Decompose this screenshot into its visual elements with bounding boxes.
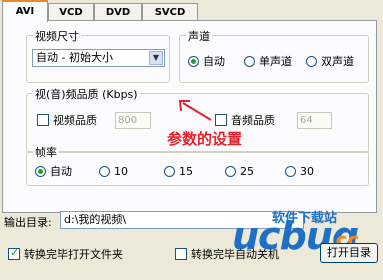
radio-icon bbox=[285, 166, 296, 177]
chevron-down-icon[interactable]: ▼ bbox=[149, 51, 163, 65]
audio-quality-input[interactable]: 64 bbox=[297, 112, 332, 129]
radio-icon bbox=[188, 56, 199, 67]
shutdown-label: 转换完毕自动关机 bbox=[191, 248, 279, 261]
checkbox-icon bbox=[215, 114, 227, 126]
video-size-group: 视频尺寸 自动 - 初始大小 ▼ bbox=[26, 28, 170, 83]
channel-legend: 声道 bbox=[186, 28, 212, 44]
framerate-25-label: 25 bbox=[240, 165, 254, 178]
framerate-10-label: 10 bbox=[114, 165, 128, 178]
checkbox-icon bbox=[175, 248, 187, 260]
framerate-15-radio[interactable]: 15 bbox=[164, 165, 193, 178]
framerate-group: 帧率 自动 10 15 25 30 bbox=[26, 144, 369, 186]
radio-icon bbox=[35, 166, 46, 177]
quality-group: 视(音)频品质 (Kbps) 视频品质 800 音频品质 64 参数的设置 bbox=[26, 86, 369, 153]
radio-icon bbox=[225, 166, 236, 177]
framerate-25-radio[interactable]: 25 bbox=[225, 165, 254, 178]
output-label: 输出目录: bbox=[4, 216, 52, 229]
video-size-legend: 视频尺寸 bbox=[33, 28, 81, 44]
tab-vcd[interactable]: VCD bbox=[48, 3, 94, 20]
framerate-30-label: 30 bbox=[300, 165, 314, 178]
open-folder-label: 转换完毕打开文件夹 bbox=[24, 248, 123, 261]
framerate-auto-radio[interactable]: 自动 bbox=[35, 165, 72, 178]
channel-auto-label: 自动 bbox=[203, 55, 225, 68]
channel-stereo-label: 双声道 bbox=[321, 55, 354, 68]
framerate-legend: 帧率 bbox=[33, 144, 59, 160]
framerate-auto-label: 自动 bbox=[50, 165, 72, 178]
tab-panel: 视频尺寸 自动 - 初始大小 ▼ 声道 自动 单声道 双声道 视(音)频品质 (… bbox=[2, 20, 377, 213]
channel-mono-radio[interactable]: 单声道 bbox=[244, 55, 292, 68]
red-arrow-icon bbox=[178, 100, 212, 121]
audio-quality-label: 音频品质 bbox=[231, 114, 275, 127]
channel-auto-radio[interactable]: 自动 bbox=[188, 55, 225, 68]
open-directory-button[interactable]: 打开目录 bbox=[320, 243, 378, 263]
radio-icon bbox=[164, 166, 175, 177]
radio-icon bbox=[244, 56, 255, 67]
shutdown-checkbox[interactable]: 转换完毕自动关机 bbox=[175, 248, 279, 261]
checkbox-icon bbox=[8, 246, 20, 260]
quality-legend: 视(音)频品质 (Kbps) bbox=[33, 86, 140, 102]
video-quality-label: 视频品质 bbox=[53, 114, 97, 127]
video-quality-checkbox[interactable]: 视频品质 bbox=[37, 114, 97, 127]
tab-dvd[interactable]: DVD bbox=[94, 3, 142, 20]
framerate-30-radio[interactable]: 30 bbox=[285, 165, 314, 178]
radio-icon bbox=[99, 166, 110, 177]
video-size-value: 自动 - 初始大小 bbox=[36, 51, 113, 64]
open-folder-checkbox[interactable]: 转换完毕打开文件夹 bbox=[8, 246, 123, 261]
tab-svcd[interactable]: SVCD bbox=[142, 3, 198, 20]
audio-quality-checkbox[interactable]: 音频品质 bbox=[215, 114, 275, 127]
tab-avi[interactable]: AVI bbox=[2, 0, 48, 22]
video-quality-input[interactable]: 800 bbox=[115, 112, 151, 129]
framerate-10-radio[interactable]: 10 bbox=[99, 165, 128, 178]
channel-stereo-radio[interactable]: 双声道 bbox=[306, 55, 354, 68]
radio-icon bbox=[306, 56, 317, 67]
channel-group: 声道 自动 单声道 双声道 bbox=[179, 28, 369, 83]
checkbox-icon bbox=[37, 114, 49, 126]
video-size-select[interactable]: 自动 - 初始大小 ▼ bbox=[32, 49, 165, 67]
framerate-15-label: 15 bbox=[179, 165, 193, 178]
channel-mono-label: 单声道 bbox=[259, 55, 292, 68]
annotation-text: 参数的设置 bbox=[167, 130, 243, 148]
